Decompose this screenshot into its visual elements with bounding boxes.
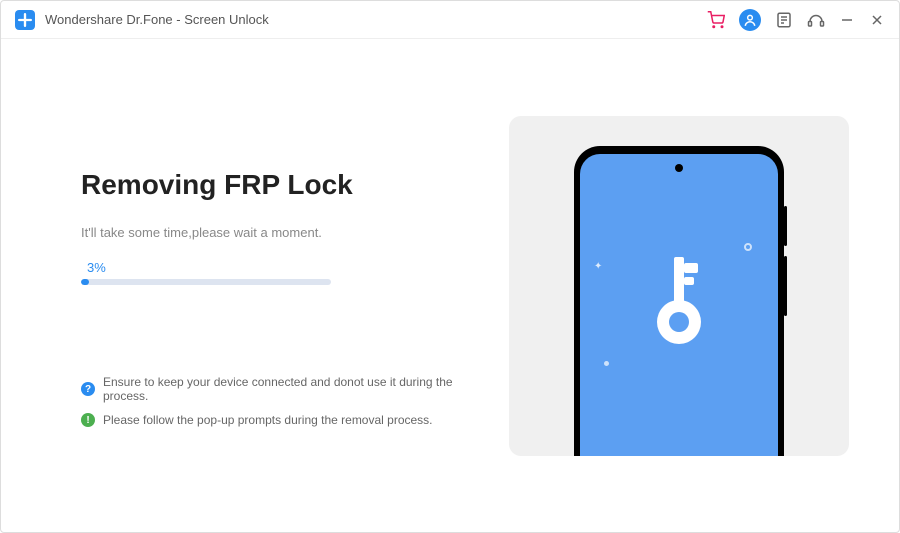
titlebar-left: Wondershare Dr.Fone - Screen Unlock	[15, 10, 269, 30]
titlebar-right	[707, 9, 885, 31]
note-text: Please follow the pop-up prompts during …	[103, 413, 433, 427]
close-button[interactable]	[869, 12, 885, 28]
note-item: ? Ensure to keep your device connected a…	[81, 375, 479, 403]
progress-percent-label: 3%	[87, 260, 479, 275]
phone-frame: ✦	[574, 146, 784, 456]
content-area: Removing FRP Lock It'll take some time,p…	[1, 39, 899, 532]
note-text: Ensure to keep your device connected and…	[103, 375, 479, 403]
decorative-dot-icon	[604, 361, 609, 366]
page-subtext: It'll take some time,please wait a momen…	[81, 225, 479, 240]
note-item: ! Please follow the pop-up prompts durin…	[81, 413, 479, 427]
user-account-icon[interactable]	[739, 9, 761, 31]
phone-side-button	[784, 256, 787, 316]
support-icon[interactable]	[807, 11, 825, 29]
app-logo-icon	[15, 10, 35, 30]
progress-fill	[81, 279, 89, 285]
sparkle-icon: ✦	[594, 261, 602, 272]
decorative-circle-icon	[744, 243, 752, 251]
info-icon: !	[81, 413, 95, 427]
notes-list: ? Ensure to keep your device connected a…	[81, 375, 479, 427]
cart-icon[interactable]	[707, 11, 725, 29]
titlebar: Wondershare Dr.Fone - Screen Unlock	[1, 1, 899, 39]
key-icon: ✦	[644, 257, 714, 352]
question-icon: ?	[81, 382, 95, 396]
app-title: Wondershare Dr.Fone - Screen Unlock	[45, 12, 269, 27]
phone-screen: ✦	[580, 154, 778, 456]
feedback-icon[interactable]	[775, 11, 793, 29]
phone-side-button	[784, 206, 787, 246]
phone-camera-icon	[675, 164, 683, 172]
device-illustration-bg: ✦	[509, 116, 849, 456]
page-heading: Removing FRP Lock	[81, 169, 479, 201]
progress-bar	[81, 279, 331, 285]
progress-section: 3%	[81, 260, 479, 285]
left-pane: Removing FRP Lock It'll take some time,p…	[41, 79, 479, 492]
right-pane: ✦	[499, 79, 859, 492]
minimize-button[interactable]	[839, 12, 855, 28]
